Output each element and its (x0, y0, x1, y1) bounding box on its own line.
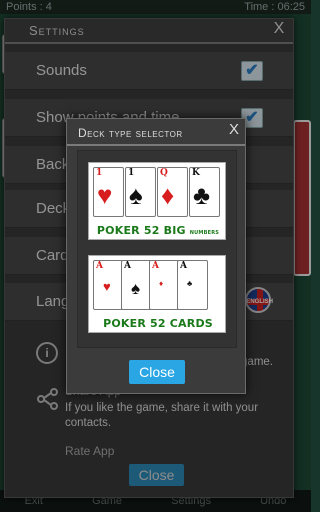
heart-icon: ♥ (97, 180, 113, 210)
spade-icon: ♠ (131, 279, 141, 298)
card-rank: 1 (128, 168, 135, 178)
deck-preview-card: A ♥ (93, 260, 124, 310)
deck-close-icon[interactable]: X (229, 120, 239, 140)
card-rank: A (152, 261, 159, 271)
card-rank: A (96, 261, 103, 271)
deck-preview-card: K ♣ (189, 167, 220, 217)
deck-label-main: POKER 52 BIG (96, 224, 186, 237)
card-rank: 1 (96, 168, 103, 178)
club-icon: ♣ (187, 279, 193, 288)
deck-preview-card: 1 ♠ (125, 167, 156, 217)
deck-preview-card: 1 ♥ (93, 167, 124, 217)
club-icon: ♣ (193, 180, 211, 210)
spade-icon: ♠ (129, 180, 143, 210)
diamond-icon: ♦ (159, 279, 164, 288)
deck-option-big-numbers[interactable]: 1 ♥ 1 ♠ Q ♦ K ♣ POKER 52 BIG NUMBERS (88, 162, 226, 240)
card-rank: Q (160, 168, 168, 178)
card-rank: A (180, 261, 187, 271)
card-rank: A (124, 261, 131, 271)
deck-dialog-title: Deck type selector (67, 119, 245, 146)
deck-label-main: POKER 52 CARDS (103, 317, 213, 330)
deck-option-label: POKER 52 CARDS (89, 317, 227, 330)
heart-icon: ♥ (103, 279, 111, 294)
deck-preview-card: Q ♦ (157, 167, 188, 217)
deck-preview-card: A ♦ (149, 260, 180, 310)
deck-preview-card: A ♠ (121, 260, 152, 310)
diamond-icon: ♦ (161, 180, 175, 210)
deck-close-button[interactable]: Close (129, 360, 185, 384)
deck-label-small: NUMBERS (189, 230, 220, 236)
deck-selector-dialog: Deck type selector X 1 ♥ 1 ♠ Q ♦ K ♣ POK… (66, 118, 246, 394)
deck-preview-card: A ♣ (177, 260, 208, 310)
deck-options-panel: 1 ♥ 1 ♠ Q ♦ K ♣ POKER 52 BIG NUMBERS A ♥… (77, 150, 237, 348)
deck-option-poker-52[interactable]: A ♥ A ♠ A ♦ A ♣ POKER 52 CARDS (88, 255, 226, 333)
deck-option-label: POKER 52 BIG NUMBERS (89, 224, 227, 237)
card-rank: K (192, 168, 200, 178)
